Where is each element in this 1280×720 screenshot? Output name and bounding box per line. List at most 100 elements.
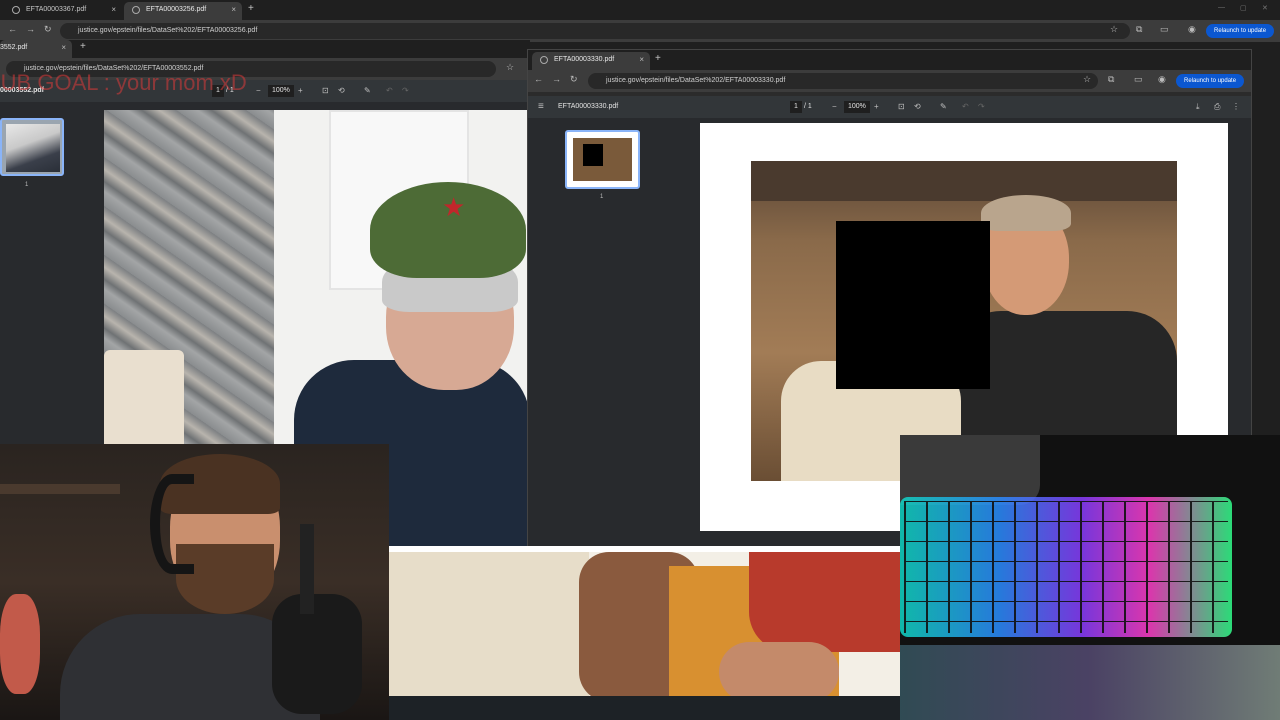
- pdf-title: EFTA00003330.pdf: [558, 103, 619, 110]
- menu-icon[interactable]: ≡: [538, 96, 544, 118]
- profile-icon[interactable]: ◉: [1188, 24, 1196, 35]
- address-bar[interactable]: justice.gov/epstein/files/DataSet%202/EF…: [60, 23, 1130, 39]
- tab-efta00003256[interactable]: EFTA00003256.pdf ×: [124, 2, 242, 20]
- zoom-level-input[interactable]: 100%: [268, 85, 294, 97]
- bookmark-star-icon[interactable]: ☆: [1110, 24, 1118, 35]
- tab-label: 3552.pdf: [0, 44, 28, 51]
- left-tabstrip: 3552.pdf × +: [0, 40, 530, 58]
- extensions-icon[interactable]: ⧉: [1136, 24, 1142, 35]
- thumbnail-redaction: [583, 144, 603, 166]
- desk-reflection: [900, 645, 1280, 720]
- forward-icon[interactable]: →: [26, 24, 35, 34]
- right-thumbnail-sidebar: 1: [528, 118, 678, 563]
- top-tabstrip: EFTA00003367.pdf × EFTA00003256.pdf × + …: [0, 0, 1280, 20]
- mic-arm: [300, 524, 314, 614]
- stream-overlay-text: SUB GOAL : your mom xD: [0, 70, 247, 95]
- red-shirt: [749, 552, 900, 652]
- profile-icon[interactable]: ◉: [1158, 74, 1166, 85]
- top-address-bar-row: ← → ↻ justice.gov/epstein/files/DataSet%…: [0, 20, 1280, 42]
- right-pdf-toolbar: ≡ EFTA00003330.pdf 1 / 1 − 100% + ⊡ ⟲ ✎ …: [528, 96, 1251, 118]
- new-tab-button[interactable]: +: [248, 3, 254, 14]
- draw-icon[interactable]: ✎: [364, 80, 371, 102]
- pdf-favicon-icon: [12, 6, 20, 14]
- plush-toy: [0, 594, 40, 694]
- thumbnail-page-number: 1: [25, 182, 29, 188]
- tab-efta00003552[interactable]: 3552.pdf ×: [0, 40, 72, 58]
- pdf-favicon-icon: [540, 56, 548, 64]
- maximize-button[interactable]: ▢: [1240, 4, 1247, 12]
- right-address-bar-row: ← → ↻ justice.gov/epstein/files/DataSet%…: [528, 70, 1251, 92]
- hand: [719, 642, 839, 696]
- pdf-photo: [751, 161, 1177, 481]
- tab-close-icon[interactable]: ×: [61, 40, 66, 56]
- relaunch-to-update-button[interactable]: Relaunch to update: [1176, 74, 1245, 88]
- page-number-input[interactable]: 1: [790, 101, 802, 113]
- new-tab-button[interactable]: +: [80, 41, 86, 52]
- more-options-icon[interactable]: ⋮: [1232, 96, 1240, 118]
- minimize-button[interactable]: —: [1218, 4, 1225, 11]
- draw-icon[interactable]: ✎: [940, 96, 947, 118]
- tab-close-icon[interactable]: ×: [639, 52, 644, 68]
- keyboard-keys-grid: [904, 501, 1228, 633]
- side-panel-icon[interactable]: ▭: [1134, 74, 1143, 85]
- reload-icon[interactable]: ↻: [44, 24, 52, 35]
- tab-efta00003330[interactable]: EFTA00003330.pdf ×: [532, 52, 650, 70]
- zoom-in-icon[interactable]: +: [298, 80, 303, 102]
- redo-icon[interactable]: ↷: [402, 80, 409, 102]
- download-icon[interactable]: ⤓: [1196, 96, 1200, 118]
- extensions-icon[interactable]: ⧉: [1108, 74, 1114, 85]
- tab-label: EFTA00003330.pdf: [554, 56, 615, 63]
- right-tabstrip: EFTA00003330.pdf × +: [528, 50, 1251, 70]
- mouse-pad-object: [900, 435, 1040, 505]
- bookmark-star-icon[interactable]: ☆: [1083, 74, 1091, 85]
- rotate-icon[interactable]: ⟲: [338, 80, 345, 102]
- tab-label: EFTA00003256.pdf: [146, 6, 207, 13]
- rotate-icon[interactable]: ⟲: [914, 96, 921, 118]
- zoom-out-icon[interactable]: −: [256, 80, 261, 102]
- ceiling: [751, 161, 1177, 201]
- page-thumbnail[interactable]: [0, 118, 64, 176]
- url-text: justice.gov/epstein/files/DataSet%202/EF…: [606, 77, 786, 84]
- page-total: / 1: [804, 103, 812, 110]
- pdf-favicon-icon: [132, 6, 140, 14]
- back-icon[interactable]: ←: [534, 74, 543, 84]
- zoom-in-icon[interactable]: +: [874, 96, 879, 118]
- zoom-out-icon[interactable]: −: [832, 96, 837, 118]
- new-tab-button[interactable]: +: [655, 53, 661, 64]
- side-panel-icon[interactable]: ▭: [1160, 24, 1169, 35]
- redo-icon[interactable]: ↷: [978, 96, 985, 118]
- tab-close-icon[interactable]: ×: [111, 2, 116, 18]
- red-star-icon: ★: [442, 192, 466, 222]
- webcam-feed: [0, 444, 389, 720]
- fit-page-icon[interactable]: ⊡: [898, 96, 905, 118]
- bookmark-star-icon[interactable]: ☆: [506, 62, 514, 73]
- thumbnail-photo: [6, 124, 60, 172]
- redaction-box: [836, 221, 990, 389]
- microphone-icon: [272, 594, 362, 714]
- back-icon[interactable]: ←: [8, 24, 17, 34]
- print-icon[interactable]: ⎙: [1214, 96, 1220, 118]
- tab-efta00003367[interactable]: EFTA00003367.pdf ×: [4, 2, 122, 20]
- undo-icon[interactable]: ↶: [962, 96, 969, 118]
- thumbnail-page-number: 1: [600, 194, 604, 200]
- headphones-icon: [150, 474, 194, 574]
- undo-icon[interactable]: ↶: [386, 80, 393, 102]
- fit-page-icon[interactable]: ⊡: [322, 80, 329, 102]
- url-text: justice.gov/epstein/files/DataSet%202/EF…: [78, 27, 258, 34]
- thumbnail-photo: [573, 138, 632, 181]
- zoom-level-input[interactable]: 100%: [844, 101, 870, 113]
- reload-icon[interactable]: ↻: [570, 74, 578, 85]
- bottom-photo-crop: [389, 546, 900, 696]
- relaunch-to-update-button[interactable]: Relaunch to update: [1206, 24, 1275, 38]
- tan-shirt: [389, 552, 589, 696]
- address-bar[interactable]: justice.gov/epstein/files/DataSet%202/EF…: [588, 73, 1098, 89]
- keyboard-camera: [900, 435, 1280, 720]
- page-thumbnail[interactable]: [565, 130, 640, 189]
- tab-label: EFTA00003367.pdf: [26, 6, 87, 13]
- forward-icon[interactable]: →: [552, 74, 561, 84]
- shelf: [0, 484, 120, 494]
- person-hair: [981, 195, 1071, 231]
- close-window-button[interactable]: ✕: [1262, 4, 1268, 12]
- bottom-strip: [389, 696, 900, 720]
- tab-close-icon[interactable]: ×: [231, 2, 236, 18]
